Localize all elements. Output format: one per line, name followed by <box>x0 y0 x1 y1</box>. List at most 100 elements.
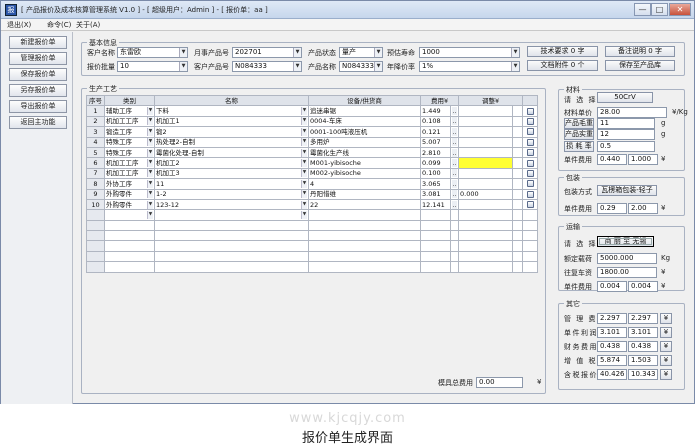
attachment-icon[interactable] <box>526 107 534 115</box>
ellipsis-icon[interactable]: .. <box>452 190 458 199</box>
equipment-cell[interactable]: 霉菌化生产线 <box>308 146 421 159</box>
cost-ellipsis-button[interactable]: .. <box>449 146 460 159</box>
ellipsis-icon[interactable]: .. <box>452 179 458 188</box>
menu-about[interactable]: 关于(A) <box>76 20 100 30</box>
gross-weight-field[interactable]: 11 <box>597 118 655 129</box>
attach-cell[interactable] <box>522 250 539 263</box>
category-cell[interactable]: ▼ 机加工工序 <box>104 157 155 169</box>
table-row[interactable]: 3 ▼ 锻造工序 ▼ 锻2 0001-100吨液压机 0.121.. <box>86 126 539 138</box>
cost-ellipsis-button[interactable] <box>449 219 460 232</box>
product-name-select[interactable]: N084333主轴▼ <box>339 61 383 72</box>
table-row[interactable]: 8 ▼ 外协工序 ▼ 11 4 3.065.. <box>86 178 539 190</box>
menu-command[interactable]: 命令(C) <box>47 20 71 30</box>
name-cell[interactable]: ▼ 热处理2-自制 <box>154 136 309 148</box>
tech-requirements-button[interactable]: 技术要求 0 字 <box>527 46 598 57</box>
product-status-select[interactable]: 量产 ▼ <box>339 47 383 58</box>
name-cell[interactable] <box>154 240 309 252</box>
category-cell[interactable]: ▼ 特殊工序 <box>104 136 155 148</box>
packing-cost-field-a[interactable]: 0.29 <box>597 203 627 214</box>
name-cell[interactable]: ▼ 11 <box>154 178 309 190</box>
cost-cell[interactable]: 3.065 <box>420 178 451 190</box>
cost-ellipsis-button[interactable]: .. <box>449 136 460 148</box>
cost-ellipsis-button[interactable] <box>449 250 460 263</box>
attachment-icon[interactable] <box>526 201 534 209</box>
attachment-icon[interactable] <box>526 159 534 167</box>
cost-cell[interactable]: 0.108 <box>420 115 451 128</box>
ellipsis-icon[interactable]: .. <box>452 148 458 157</box>
transport-cost-field-a[interactable]: 0.004 <box>597 281 627 292</box>
category-cell[interactable]: ▼ 辅助工序 <box>104 105 155 117</box>
attachment-icon[interactable] <box>526 149 534 157</box>
save-quote-button[interactable]: 保存报价单 <box>9 68 67 81</box>
menu-exit[interactable]: 退出(X) <box>7 20 31 30</box>
attach-cell[interactable] <box>522 261 539 273</box>
net-weight-field[interactable]: 12 <box>597 129 655 140</box>
adjust-cell[interactable] <box>458 230 514 242</box>
remark-button[interactable]: 备注说明 0 字 <box>605 46 675 57</box>
category-cell[interactable]: ▼ 锻造工序 <box>104 126 155 138</box>
attachment-icon[interactable] <box>526 117 534 125</box>
attach-cell[interactable] <box>522 219 539 232</box>
name-cell[interactable]: ▼ 1-2 <box>154 188 309 200</box>
ellipsis-icon[interactable]: .. <box>452 138 458 147</box>
attachment-icon[interactable] <box>526 190 534 198</box>
name-cell[interactable]: ▼ 锻2 <box>154 126 309 138</box>
fare-field[interactable]: 1800.00 <box>597 267 657 278</box>
other-row-field-a[interactable]: 2.297 <box>597 313 627 324</box>
equipment-cell[interactable]: 0004-车床 <box>308 115 421 128</box>
material-cost-field-b[interactable]: 1.000 <box>628 154 658 165</box>
equipment-cell[interactable]: 0001-100吨液压机 <box>308 126 421 138</box>
ellipsis-icon[interactable]: .. <box>452 107 458 116</box>
manage-quote-button[interactable]: 管理报价单 <box>9 52 67 65</box>
category-cell[interactable]: ▼ 机加工工序 <box>104 115 155 128</box>
ellipsis-icon[interactable]: .. <box>452 159 458 168</box>
table-row[interactable]: 1 ▼ 辅助工序 ▼ 下料 追迷串锯 1.449.. <box>86 105 539 117</box>
table-row[interactable]: 5 ▼ 特殊工序 ▼ 霉菌化处理-自制 霉菌化生产线 2.810.. <box>86 146 539 159</box>
cost-ellipsis-button[interactable] <box>449 230 460 242</box>
table-row[interactable]: 9 ▼ 外购零件 ▼ 1-2 丹阳惜维 3.081.. 0.000 <box>86 188 539 200</box>
adjust-cell[interactable] <box>458 146 514 159</box>
customer-name-select[interactable]: 东雷欧 ▼ <box>117 47 188 58</box>
cost-cell[interactable] <box>420 250 451 263</box>
material-select-button[interactable]: 50CrV <box>597 92 653 103</box>
unit-price-field[interactable]: 28.00 <box>597 107 667 118</box>
other-row-unit-button[interactable]: ¥ <box>660 313 672 324</box>
loss-rate-field[interactable]: 0.5 <box>597 141 655 152</box>
attach-cell[interactable] <box>522 115 539 128</box>
return-main-button[interactable]: 返回主功能 <box>9 116 67 129</box>
cost-ellipsis-button[interactable]: .. <box>449 167 460 180</box>
equipment-cell[interactable] <box>308 209 421 221</box>
equipment-cell[interactable]: 丹阳惜维 <box>308 188 421 200</box>
attach-cell[interactable] <box>522 178 539 190</box>
ellipsis-icon[interactable]: .. <box>452 127 458 136</box>
equipment-cell[interactable] <box>308 240 421 252</box>
gross-weight-button[interactable]: 产品毛重 <box>564 118 594 129</box>
adjust-cell[interactable] <box>458 209 514 221</box>
cost-cell[interactable]: 1.449 <box>420 105 451 117</box>
ellipsis-icon[interactable]: .. <box>452 200 458 209</box>
cost-ellipsis-button[interactable]: .. <box>449 178 460 190</box>
attach-cell[interactable] <box>522 230 539 242</box>
attach-cell[interactable] <box>522 209 539 221</box>
name-cell[interactable]: ▼ 下料 <box>154 105 309 117</box>
category-cell[interactable] <box>104 250 155 263</box>
cost-ellipsis-button[interactable]: .. <box>449 126 460 138</box>
cost-cell[interactable] <box>420 230 451 242</box>
close-button[interactable]: ✕ <box>669 3 691 16</box>
equipment-cell[interactable]: 4 <box>308 178 421 190</box>
loss-rate-button[interactable]: 损 耗 率 <box>564 141 594 152</box>
cost-ellipsis-button[interactable]: .. <box>449 157 460 169</box>
adjust-cell[interactable] <box>458 198 514 211</box>
adjust-cell[interactable] <box>458 178 514 190</box>
adjust-cell[interactable] <box>458 157 514 169</box>
other-row-unit-button[interactable]: ¥ <box>660 355 672 366</box>
adjust-cell[interactable] <box>458 261 514 273</box>
equipment-cell[interactable] <box>308 261 421 273</box>
annual-rate-select[interactable]: 1% ▼ <box>419 61 520 72</box>
cost-cell[interactable]: 3.081 <box>420 188 451 200</box>
table-row[interactable]: 4 ▼ 特殊工序 ▼ 热处理2-自制 多用炉 5.007.. <box>86 136 539 148</box>
estimate-qty-select[interactable]: 1000 ▼ <box>419 47 520 58</box>
net-weight-button[interactable]: 产品实重 <box>564 129 594 140</box>
other-row-field-b[interactable]: 1.503 <box>628 355 658 366</box>
attach-cell[interactable] <box>522 146 539 159</box>
